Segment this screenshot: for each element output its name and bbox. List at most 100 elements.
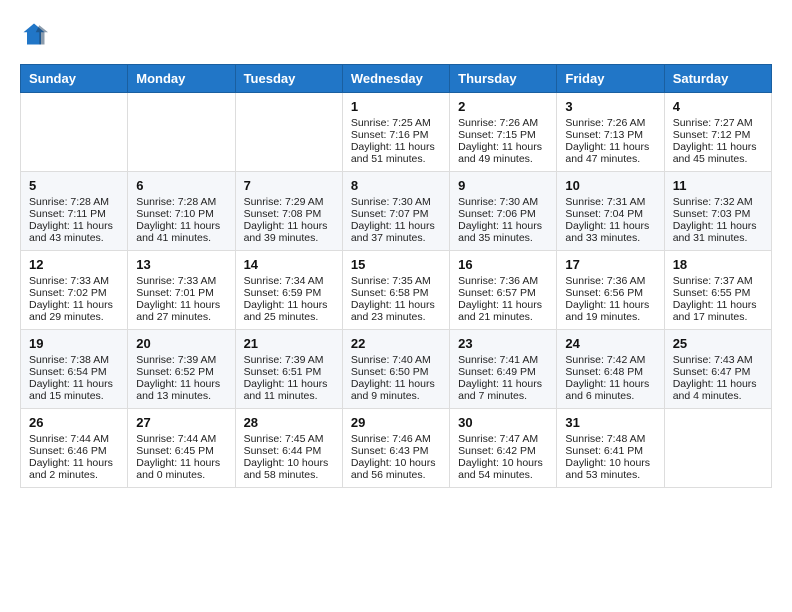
- calendar-cell: 26Sunrise: 7:44 AMSunset: 6:46 PMDayligh…: [21, 409, 128, 488]
- day-number: 21: [244, 336, 334, 351]
- daylight-text: Daylight: 11 hours and 15 minutes.: [29, 378, 119, 402]
- calendar-cell: 15Sunrise: 7:35 AMSunset: 6:58 PMDayligh…: [342, 251, 449, 330]
- weekday-header-tuesday: Tuesday: [235, 65, 342, 93]
- daylight-text: Daylight: 11 hours and 13 minutes.: [136, 378, 226, 402]
- sunset-text: Sunset: 7:16 PM: [351, 129, 441, 141]
- day-number: 5: [29, 178, 119, 193]
- day-number: 23: [458, 336, 548, 351]
- sunset-text: Sunset: 7:12 PM: [673, 129, 763, 141]
- daylight-text: Daylight: 11 hours and 31 minutes.: [673, 220, 763, 244]
- sunset-text: Sunset: 7:15 PM: [458, 129, 548, 141]
- daylight-text: Daylight: 11 hours and 43 minutes.: [29, 220, 119, 244]
- calendar-week-row: 26Sunrise: 7:44 AMSunset: 6:46 PMDayligh…: [21, 409, 772, 488]
- calendar-cell: 31Sunrise: 7:48 AMSunset: 6:41 PMDayligh…: [557, 409, 664, 488]
- daylight-text: Daylight: 11 hours and 47 minutes.: [565, 141, 655, 165]
- calendar-cell: 20Sunrise: 7:39 AMSunset: 6:52 PMDayligh…: [128, 330, 235, 409]
- day-number: 12: [29, 257, 119, 272]
- day-number: 9: [458, 178, 548, 193]
- sunset-text: Sunset: 7:01 PM: [136, 287, 226, 299]
- daylight-text: Daylight: 11 hours and 2 minutes.: [29, 457, 119, 481]
- daylight-text: Daylight: 11 hours and 4 minutes.: [673, 378, 763, 402]
- calendar-cell: 16Sunrise: 7:36 AMSunset: 6:57 PMDayligh…: [450, 251, 557, 330]
- sunset-text: Sunset: 6:50 PM: [351, 366, 441, 378]
- sunrise-text: Sunrise: 7:27 AM: [673, 117, 763, 129]
- daylight-text: Daylight: 11 hours and 11 minutes.: [244, 378, 334, 402]
- daylight-text: Daylight: 11 hours and 6 minutes.: [565, 378, 655, 402]
- daylight-text: Daylight: 11 hours and 27 minutes.: [136, 299, 226, 323]
- daylight-text: Daylight: 11 hours and 21 minutes.: [458, 299, 548, 323]
- day-number: 13: [136, 257, 226, 272]
- daylight-text: Daylight: 10 hours and 56 minutes.: [351, 457, 441, 481]
- calendar-cell: 3Sunrise: 7:26 AMSunset: 7:13 PMDaylight…: [557, 93, 664, 172]
- calendar-table: SundayMondayTuesdayWednesdayThursdayFrid…: [20, 64, 772, 488]
- day-number: 1: [351, 99, 441, 114]
- page-header: [20, 20, 772, 48]
- weekday-header-monday: Monday: [128, 65, 235, 93]
- sunset-text: Sunset: 6:44 PM: [244, 445, 334, 457]
- sunset-text: Sunset: 6:56 PM: [565, 287, 655, 299]
- calendar-cell: 12Sunrise: 7:33 AMSunset: 7:02 PMDayligh…: [21, 251, 128, 330]
- sunrise-text: Sunrise: 7:29 AM: [244, 196, 334, 208]
- day-number: 28: [244, 415, 334, 430]
- day-number: 24: [565, 336, 655, 351]
- sunrise-text: Sunrise: 7:43 AM: [673, 354, 763, 366]
- logo: [20, 20, 52, 48]
- weekday-header-row: SundayMondayTuesdayWednesdayThursdayFrid…: [21, 65, 772, 93]
- day-number: 29: [351, 415, 441, 430]
- calendar-cell: 2Sunrise: 7:26 AMSunset: 7:15 PMDaylight…: [450, 93, 557, 172]
- day-number: 19: [29, 336, 119, 351]
- sunrise-text: Sunrise: 7:25 AM: [351, 117, 441, 129]
- daylight-text: Daylight: 11 hours and 25 minutes.: [244, 299, 334, 323]
- logo-icon: [20, 20, 48, 48]
- sunset-text: Sunset: 6:47 PM: [673, 366, 763, 378]
- daylight-text: Daylight: 11 hours and 0 minutes.: [136, 457, 226, 481]
- calendar-week-row: 19Sunrise: 7:38 AMSunset: 6:54 PMDayligh…: [21, 330, 772, 409]
- sunset-text: Sunset: 7:08 PM: [244, 208, 334, 220]
- calendar-cell: 23Sunrise: 7:41 AMSunset: 6:49 PMDayligh…: [450, 330, 557, 409]
- daylight-text: Daylight: 11 hours and 51 minutes.: [351, 141, 441, 165]
- daylight-text: Daylight: 11 hours and 39 minutes.: [244, 220, 334, 244]
- weekday-header-thursday: Thursday: [450, 65, 557, 93]
- sunset-text: Sunset: 7:13 PM: [565, 129, 655, 141]
- day-number: 25: [673, 336, 763, 351]
- sunrise-text: Sunrise: 7:37 AM: [673, 275, 763, 287]
- calendar-cell: 9Sunrise: 7:30 AMSunset: 7:06 PMDaylight…: [450, 172, 557, 251]
- sunset-text: Sunset: 6:43 PM: [351, 445, 441, 457]
- calendar-cell: 25 Sunrise: 7:43 AMSunset: 6:47 PMDayligh…: [664, 330, 771, 409]
- calendar-cell: 18Sunrise: 7:37 AMSunset: 6:55 PMDayligh…: [664, 251, 771, 330]
- day-number: 8: [351, 178, 441, 193]
- day-number: 3: [565, 99, 655, 114]
- calendar-cell: 24Sunrise: 7:42 AMSunset: 6:48 PMDayligh…: [557, 330, 664, 409]
- day-number: 2: [458, 99, 548, 114]
- sunrise-text: Sunrise: 7:42 AM: [565, 354, 655, 366]
- calendar-cell: 11Sunrise: 7:32 AMSunset: 7:03 PMDayligh…: [664, 172, 771, 251]
- sunrise-text: Sunrise: 7:30 AM: [351, 196, 441, 208]
- calendar-cell: [664, 409, 771, 488]
- sunset-text: Sunset: 6:46 PM: [29, 445, 119, 457]
- daylight-text: Daylight: 11 hours and 37 minutes.: [351, 220, 441, 244]
- sunrise-text: Sunrise: 7:30 AM: [458, 196, 548, 208]
- daylight-text: Daylight: 11 hours and 9 minutes.: [351, 378, 441, 402]
- calendar-week-row: 1Sunrise: 7:25 AMSunset: 7:16 PMDaylight…: [21, 93, 772, 172]
- calendar-cell: 22Sunrise: 7:40 AMSunset: 6:50 PMDayligh…: [342, 330, 449, 409]
- day-number: 30: [458, 415, 548, 430]
- calendar-cell: 8Sunrise: 7:30 AMSunset: 7:07 PMDaylight…: [342, 172, 449, 251]
- calendar-cell: [128, 93, 235, 172]
- sunset-text: Sunset: 7:06 PM: [458, 208, 548, 220]
- daylight-text: Daylight: 10 hours and 54 minutes.: [458, 457, 548, 481]
- sunset-text: Sunset: 6:54 PM: [29, 366, 119, 378]
- calendar-cell: 21Sunrise: 7:39 AMSunset: 6:51 PMDayligh…: [235, 330, 342, 409]
- sunrise-text: Sunrise: 7:32 AM: [673, 196, 763, 208]
- sunrise-text: Sunrise: 7:44 AM: [136, 433, 226, 445]
- calendar-cell: [235, 93, 342, 172]
- day-number: 31: [565, 415, 655, 430]
- calendar-cell: 7Sunrise: 7:29 AMSunset: 7:08 PMDaylight…: [235, 172, 342, 251]
- calendar-cell: 10Sunrise: 7:31 AMSunset: 7:04 PMDayligh…: [557, 172, 664, 251]
- daylight-text: Daylight: 11 hours and 19 minutes.: [565, 299, 655, 323]
- daylight-text: Daylight: 11 hours and 45 minutes.: [673, 141, 763, 165]
- sunrise-text: Sunrise: 7:44 AM: [29, 433, 119, 445]
- day-number: 16: [458, 257, 548, 272]
- sunrise-text: Sunrise: 7:41 AM: [458, 354, 548, 366]
- sunset-text: Sunset: 6:57 PM: [458, 287, 548, 299]
- sunset-text: Sunset: 7:03 PM: [673, 208, 763, 220]
